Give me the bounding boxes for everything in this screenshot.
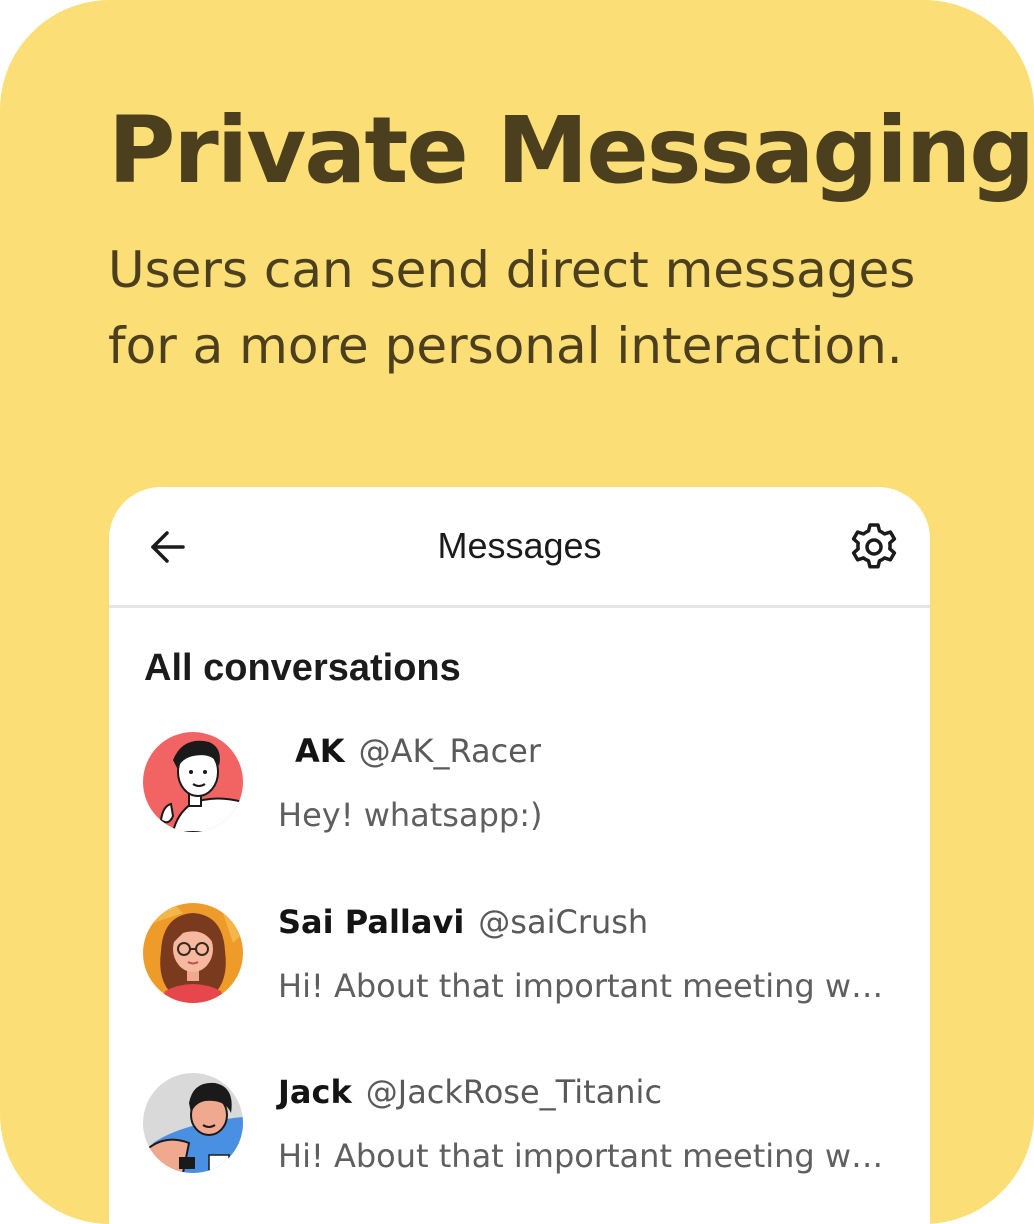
messages-screen: Messages All conversations AK @AK_Racer … xyxy=(109,487,930,1224)
contact-handle: @AK_Racer xyxy=(358,732,542,770)
message-preview: Hi! About that important meeting we had … xyxy=(278,967,898,1005)
feature-title: Private Messaging xyxy=(108,97,1034,204)
section-title: All conversations xyxy=(144,647,461,689)
gear-icon xyxy=(851,523,897,569)
settings-button[interactable] xyxy=(848,521,900,573)
conversation-item[interactable]: Sai Pallavi @saiCrush Hi! About that impo… xyxy=(143,903,913,1023)
app-bar: Messages xyxy=(109,487,930,608)
avatar-illustration xyxy=(143,903,243,1003)
contact-handle: @saiCrush xyxy=(478,903,649,941)
feature-description: Users can send direct messages for a mor… xyxy=(108,241,916,375)
contact-name: Jack xyxy=(278,1073,352,1111)
conversation-item[interactable]: Jack @JackRose_Titanic Hi! About that imp… xyxy=(143,1073,913,1193)
contact-handle: @JackRose_Titanic xyxy=(365,1073,663,1111)
screen-title: Messages xyxy=(437,525,602,566)
conversation-item[interactable]: AK @AK_Racer Hey! whatsapp:) xyxy=(143,732,913,852)
feature-card: Private Messaging Users can send direct … xyxy=(0,0,1034,1224)
message-preview: Hi! About that important meeting we had … xyxy=(278,1137,898,1175)
conversation-header: AK @AK_Racer xyxy=(278,732,541,770)
conversation-header: Jack @JackRose_Titanic xyxy=(278,1073,662,1111)
avatar xyxy=(143,1073,243,1173)
contact-name: AK xyxy=(295,732,345,770)
avatar xyxy=(143,732,243,832)
avatar-illustration xyxy=(143,732,243,832)
conversation-header: Sai Pallavi @saiCrush xyxy=(278,903,648,941)
message-preview: Hey! whatsapp:) xyxy=(278,796,543,834)
avatar xyxy=(143,903,243,1003)
contact-name: Sai Pallavi xyxy=(278,903,465,941)
avatar-illustration xyxy=(143,1073,243,1173)
